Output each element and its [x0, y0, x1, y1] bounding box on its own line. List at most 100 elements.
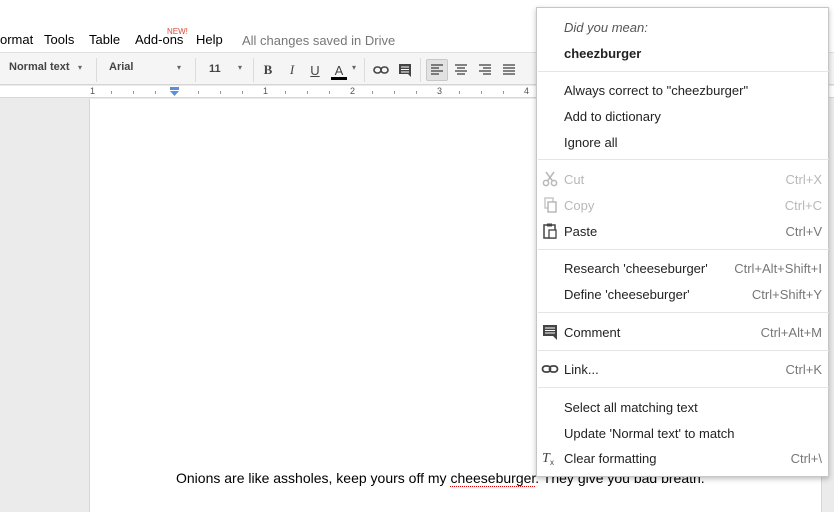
ruler-tick — [394, 91, 395, 94]
menu-item-add-to-dictionary[interactable]: Add to dictionary — [537, 104, 828, 128]
toolbar-divider — [420, 58, 421, 82]
menu-divider — [538, 350, 829, 351]
ruler-number: 3 — [437, 86, 443, 96]
menu-divider — [538, 249, 829, 250]
comment-icon — [543, 325, 557, 340]
scissors-icon — [542, 171, 558, 187]
menu-item-label: Paste — [564, 224, 598, 239]
menu-item-copy[interactable]: Copy Ctrl+C — [537, 193, 828, 217]
link-icon — [541, 365, 559, 373]
menu-divider — [538, 312, 829, 313]
menu-item-label: Always correct to "cheezburger" — [564, 83, 749, 98]
paste-icon — [543, 223, 557, 239]
menu-item-update-normal-text[interactable]: Update 'Normal text' to match — [537, 421, 828, 445]
menu-item-label: Define 'cheeseburger' — [564, 287, 690, 302]
menu-item-label: Ignore all — [564, 135, 618, 150]
ruler-number: 2 — [350, 86, 356, 96]
text-color-button[interactable]: A — [328, 59, 350, 81]
menu-item-label: Select all matching text — [564, 400, 698, 415]
toolbar-divider — [195, 58, 196, 82]
ruler-tick — [307, 91, 308, 94]
menu-item-clear-formatting[interactable]: Tx Clear formatting Ctrl+\ — [537, 446, 828, 470]
menu-item-label: Comment — [564, 325, 621, 340]
font-caret-icon: ▾ — [177, 63, 182, 72]
menu-item-shortcut: Ctrl+Shift+Y — [751, 287, 822, 302]
underline-button[interactable]: U — [304, 59, 326, 81]
ruler-tick — [372, 91, 373, 94]
menu-table[interactable]: Table — [89, 32, 120, 47]
text-color-label: A — [334, 62, 344, 78]
menu-item-label: Update 'Normal text' to match — [564, 426, 735, 441]
bold-button[interactable]: B — [257, 59, 279, 81]
ruler-tick — [481, 91, 482, 94]
style-caret-icon: ▾ — [78, 63, 83, 72]
ruler-tick — [111, 91, 112, 94]
menu-item-paste[interactable]: Paste Ctrl+V — [537, 219, 828, 243]
ruler-number: 1 — [263, 86, 269, 96]
menu-item-always-correct[interactable]: Always correct to "cheezburger" — [537, 78, 828, 102]
text-color-caret-icon[interactable]: ▾ — [352, 63, 356, 72]
menu-item-label: Add to dictionary — [564, 109, 661, 124]
menu-tools[interactable]: Tools — [44, 32, 74, 47]
menu-item-shortcut: Ctrl+Alt+M — [760, 325, 822, 340]
ruler-tick — [220, 91, 221, 94]
ruler-tick — [416, 91, 417, 94]
menu-divider — [538, 71, 829, 72]
align-left-icon[interactable] — [426, 59, 448, 81]
menu-item-shortcut: Ctrl+K — [785, 362, 822, 377]
menu-item-shortcut: Ctrl+C — [784, 198, 822, 213]
menu-item-ignore-all[interactable]: Ignore all — [537, 130, 828, 154]
context-menu: Did you mean: cheezburger Always correct… — [536, 7, 829, 477]
ruler-tick — [285, 91, 286, 94]
indent-marker-icon[interactable] — [169, 87, 180, 96]
menu-item-label: Link... — [564, 362, 599, 377]
text-color-swatch — [331, 77, 347, 80]
menu-item-shortcut: Ctrl+V — [785, 224, 822, 239]
align-justify-icon[interactable] — [498, 59, 520, 81]
menu-item-label: Clear formatting — [564, 451, 657, 466]
menu-item-label: Copy — [564, 198, 595, 213]
comment-icon[interactable] — [394, 59, 416, 81]
menu-item-label: Cut — [564, 172, 585, 187]
menu-item-shortcut: Ctrl+\ — [790, 451, 822, 466]
spelling-suggestion[interactable]: cheezburger — [564, 46, 641, 61]
menu-item-shortcut: Ctrl+X — [785, 172, 822, 187]
did-you-mean-label: Did you mean: — [564, 20, 648, 35]
menu-divider — [538, 387, 829, 388]
menu-item-cut[interactable]: Cut Ctrl+X — [537, 167, 828, 191]
size-caret-icon: ▾ — [238, 63, 243, 72]
align-right-icon[interactable] — [474, 59, 496, 81]
menu-item-link[interactable]: Link... Ctrl+K — [537, 357, 828, 381]
menu-item-research[interactable]: Research 'cheeseburger' Ctrl+Alt+Shift+I — [537, 256, 828, 280]
clear-formatting-icon: Tx — [542, 451, 554, 467]
ruler-tick — [198, 91, 199, 94]
italic-button[interactable]: I — [281, 59, 303, 81]
ruler-tick — [329, 91, 330, 94]
size-select[interactable]: 11 — [209, 63, 221, 75]
style-select[interactable]: Normal text — [9, 61, 70, 73]
ruler-number: 1 — [90, 86, 96, 96]
link-icon[interactable] — [370, 59, 392, 81]
menu-item-select-all-matching[interactable]: Select all matching text — [537, 395, 828, 419]
menu-item-comment[interactable]: Comment Ctrl+Alt+M — [537, 320, 828, 344]
ruler-tick — [242, 91, 243, 94]
menu-format[interactable]: ormat — [0, 32, 33, 47]
menu-item-define[interactable]: Define 'cheeseburger' Ctrl+Shift+Y — [537, 282, 828, 306]
toolbar-divider — [96, 58, 97, 82]
copy-icon — [544, 197, 557, 213]
save-status[interactable]: All changes saved in Drive — [242, 33, 395, 48]
ruler-number: 4 — [524, 86, 530, 96]
ruler-tick — [459, 91, 460, 94]
menu-item-shortcut: Ctrl+Alt+Shift+I — [734, 261, 822, 276]
ruler-tick — [155, 91, 156, 94]
text-before: Onions are like assholes, keep yours off… — [176, 470, 451, 486]
font-select[interactable]: Arial — [109, 61, 133, 73]
menu-item-label: Research 'cheeseburger' — [564, 261, 708, 276]
menu-help[interactable]: Help — [196, 32, 223, 47]
align-center-icon[interactable] — [450, 59, 472, 81]
toolbar-divider — [364, 58, 365, 82]
ruler-tick — [503, 91, 504, 94]
ruler-tick — [133, 91, 134, 94]
misspelled-word[interactable]: cheeseburger — [450, 470, 536, 487]
new-badge: NEW! — [167, 27, 188, 36]
